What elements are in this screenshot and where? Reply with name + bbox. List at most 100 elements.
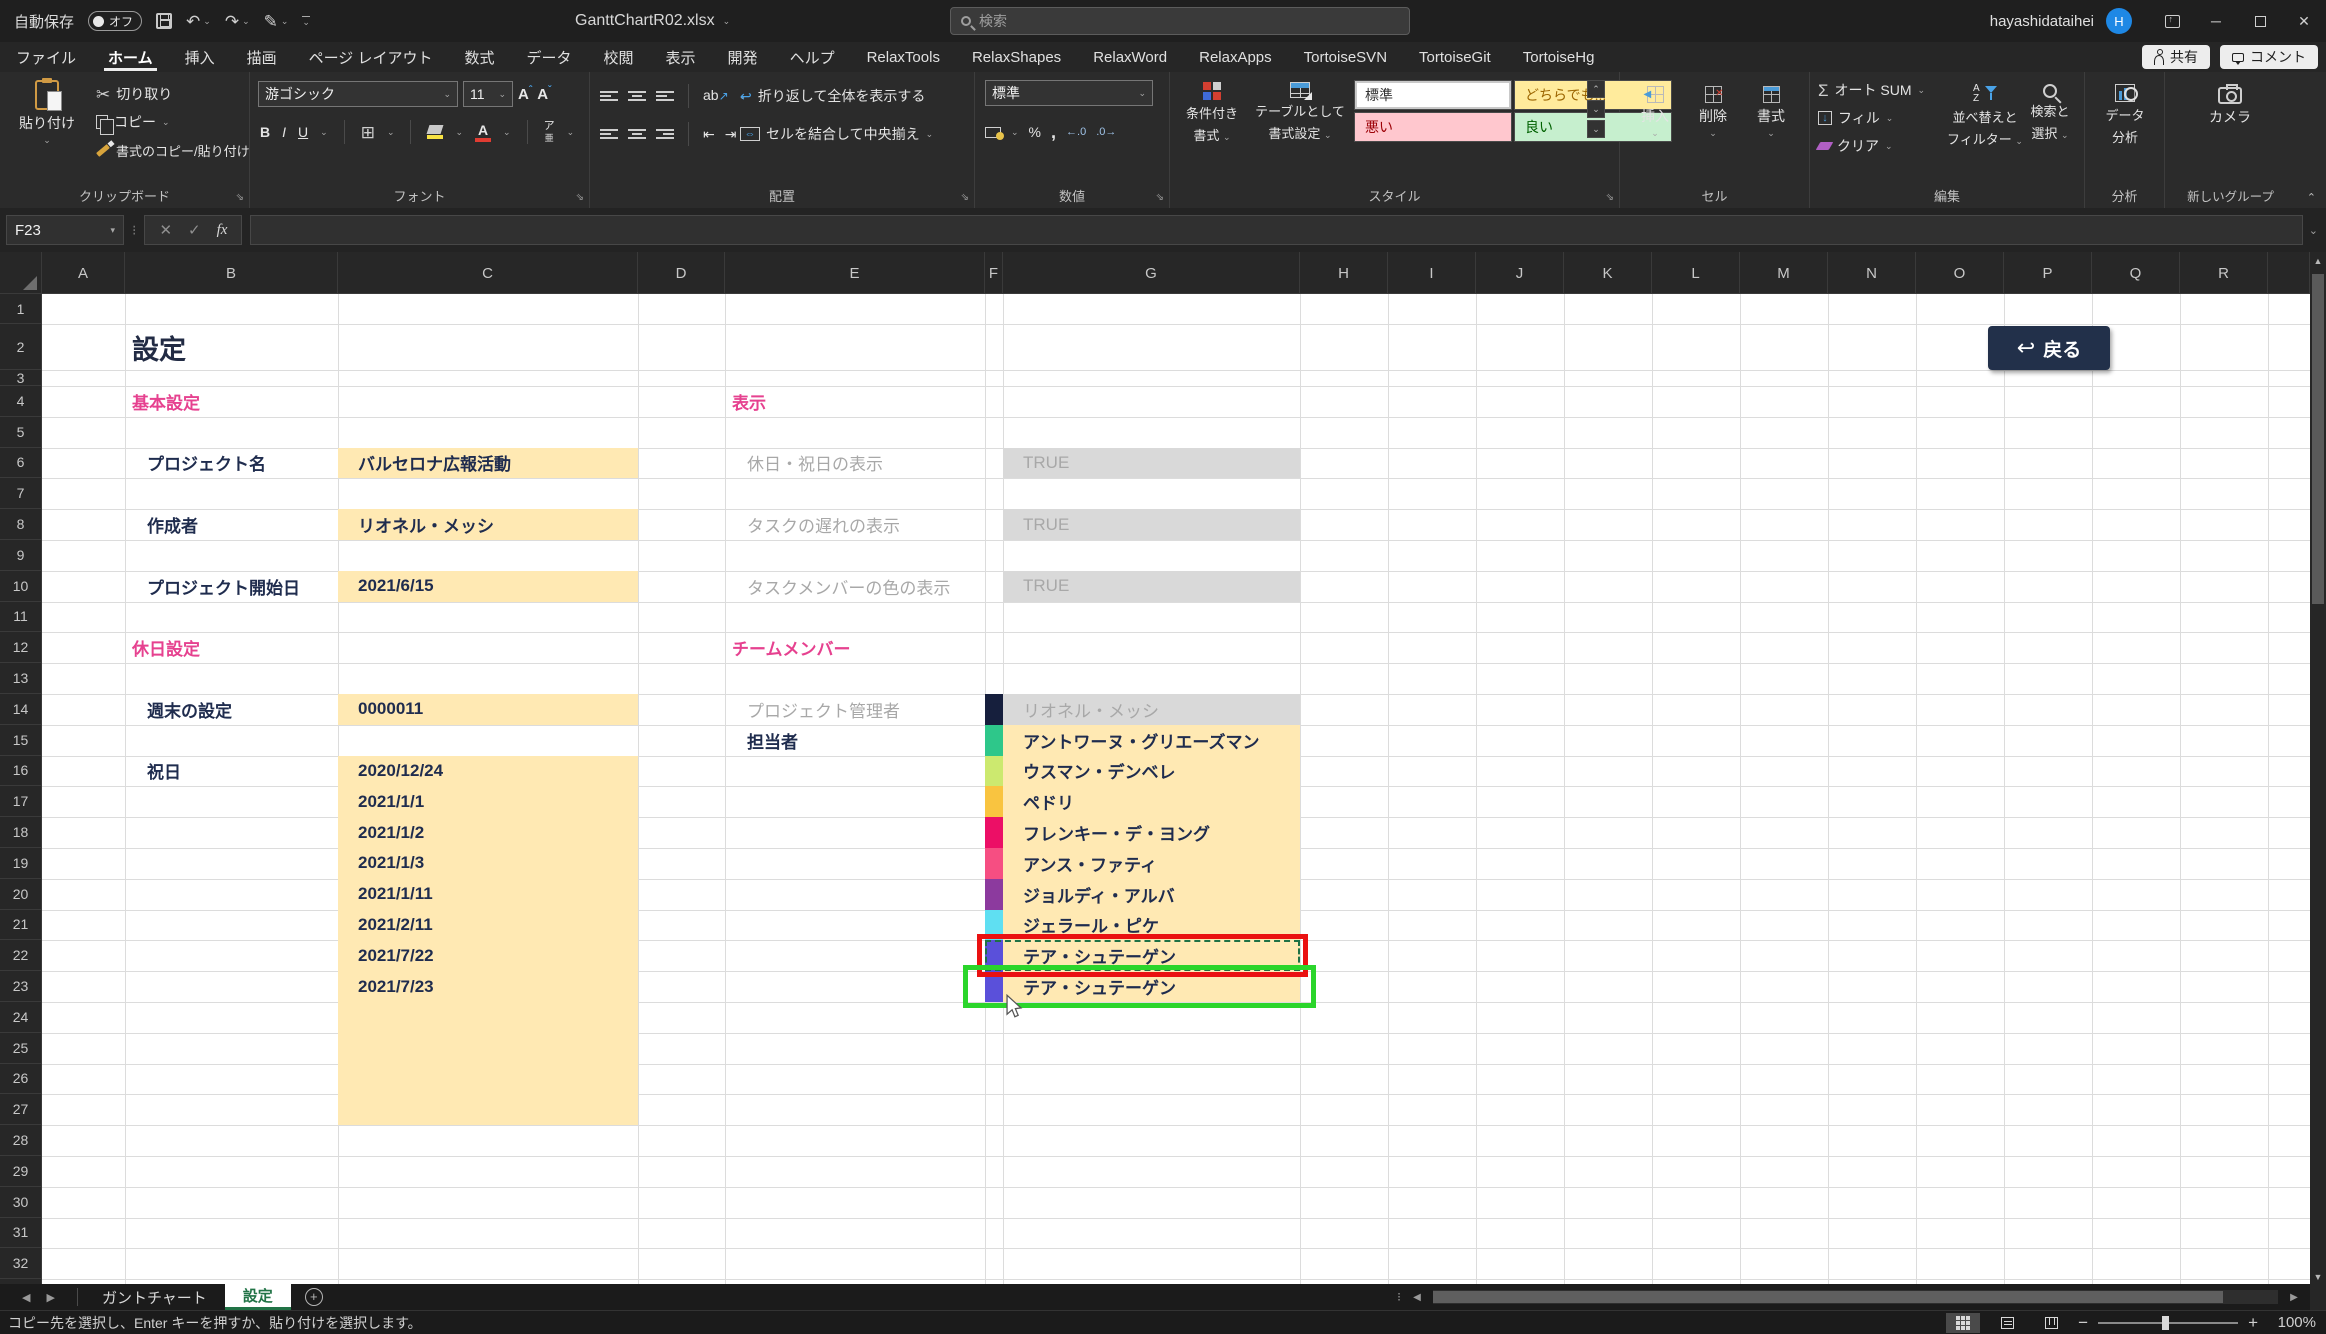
row-header-7[interactable]: 7 <box>0 478 42 509</box>
cell-B2[interactable]: 設定 <box>125 324 338 370</box>
cell-C21[interactable]: 2021/2/11 <box>338 910 638 941</box>
column-header-J[interactable]: J <box>1476 252 1564 294</box>
minimize-button[interactable]: ─ <box>2194 0 2238 42</box>
row-header-22[interactable]: 22 <box>0 940 42 971</box>
scroll-down-icon[interactable]: ▼ <box>2310 1272 2326 1282</box>
page-break-view-button[interactable] <box>2034 1313 2068 1333</box>
merge-center-button[interactable]: ⇔ セルを結合して中央揃え⌄ <box>740 120 933 148</box>
cell-C23[interactable]: 2021/7/23 <box>338 971 638 1002</box>
align-middle-button[interactable] <box>628 91 646 101</box>
tab-formulas[interactable]: 数式 <box>448 42 510 72</box>
tab-tortoisehg[interactable]: TortoiseHg <box>1507 42 1611 72</box>
cell-C8[interactable]: リオネル・メッシ <box>338 509 638 540</box>
clear-button[interactable]: クリア⌄ <box>1818 132 1925 160</box>
format-as-table-button[interactable]: テーブルとして 書式設定 ⌄ <box>1252 74 1348 142</box>
cell-F17-member-color-swatch[interactable] <box>985 786 1003 817</box>
expand-formula-bar-icon[interactable]: ⌄ <box>2309 224 2318 237</box>
dialog-launcher-icon[interactable]: ⇘ <box>1606 192 1614 203</box>
cell-E8[interactable]: タスクの遅れの表示 <box>725 509 985 540</box>
row-header-21[interactable]: 21 <box>0 910 42 941</box>
user-name[interactable]: hayashidataihei <box>1990 13 2094 30</box>
horizontal-scrollbar[interactable] <box>1433 1290 2278 1304</box>
tab-view[interactable]: 表示 <box>650 42 712 72</box>
font-size-select[interactable]: 11⌄ <box>463 81 513 107</box>
row-header-11[interactable]: 11 <box>0 602 42 633</box>
autosum-button[interactable]: Σオート SUM⌄ <box>1818 76 1925 104</box>
tab-insert[interactable]: 挿入 <box>169 42 231 72</box>
borders-button[interactable]: ⊞ <box>361 124 375 141</box>
column-header-M[interactable]: M <box>1740 252 1828 294</box>
save-icon[interactable] <box>156 13 172 29</box>
gallery-up-icon[interactable]: ⌃ <box>1587 80 1605 98</box>
increase-font-button[interactable]: Aˆ <box>518 85 532 103</box>
tab-data[interactable]: データ <box>511 42 588 72</box>
row-header-16[interactable]: 16 <box>0 756 42 787</box>
column-header-Q[interactable]: Q <box>2092 252 2180 294</box>
cell-B12[interactable]: 休日設定 <box>125 632 338 663</box>
cell-F20-member-color-swatch[interactable] <box>985 879 1003 910</box>
cancel-icon[interactable]: ✕ <box>159 221 172 239</box>
cell-F18-member-color-swatch[interactable] <box>985 817 1003 848</box>
cell-F19-member-color-swatch[interactable] <box>985 848 1003 879</box>
row-header-32[interactable]: 32 <box>0 1248 42 1279</box>
increase-indent-button[interactable]: ⇥ <box>725 126 737 143</box>
sheet-prev-icon[interactable]: ◀ <box>22 1291 30 1304</box>
cell-E4[interactable]: 表示 <box>725 386 985 417</box>
vertical-scrollbar[interactable]: ▲ ▼ <box>2310 252 2326 1284</box>
zoom-out-button[interactable]: − <box>2078 1313 2088 1333</box>
cell-B10[interactable]: プロジェクト開始日 <box>125 571 338 602</box>
tab-help[interactable]: ヘルプ <box>774 42 851 72</box>
align-left-button[interactable] <box>600 129 618 139</box>
dialog-launcher-icon[interactable]: ⇘ <box>961 192 969 203</box>
cell-style-normal[interactable]: 標準 <box>1354 80 1512 110</box>
cell-C18[interactable]: 2021/1/2 <box>338 817 638 848</box>
formula-input[interactable] <box>250 215 2302 245</box>
cell-B8[interactable]: 作成者 <box>125 509 338 540</box>
tab-developer[interactable]: 開発 <box>712 42 774 72</box>
dialog-launcher-icon[interactable]: ⇘ <box>236 192 244 203</box>
cell-B16[interactable]: 祝日 <box>125 756 338 787</box>
find-select-button[interactable]: 検索と 選択 ⌄ <box>2022 76 2078 142</box>
accounting-format-icon[interactable] <box>985 127 1001 138</box>
normal-view-button[interactable] <box>1946 1313 1980 1333</box>
row-header-23[interactable]: 23 <box>0 971 42 1002</box>
cell-C26[interactable] <box>338 1064 638 1095</box>
close-button[interactable]: ✕ <box>2282 0 2326 42</box>
cell-C27[interactable] <box>338 1094 638 1125</box>
align-bottom-button[interactable] <box>656 91 674 101</box>
row-header-13[interactable]: 13 <box>0 663 42 694</box>
cell-C14[interactable]: 0000011 <box>338 694 638 725</box>
tab-splitter-handle[interactable]: ⁝ <box>1397 1290 1401 1304</box>
sheet-tab-ganttchart[interactable]: ガントチャート <box>84 1284 225 1310</box>
back-button[interactable]: ↩ 戻る <box>1988 326 2110 370</box>
cell-C22[interactable]: 2021/7/22 <box>338 940 638 971</box>
row-header-9[interactable]: 9 <box>0 540 42 571</box>
select-all-corner[interactable] <box>0 252 42 294</box>
column-header-K[interactable]: K <box>1564 252 1652 294</box>
row-header-15[interactable]: 15 <box>0 725 42 756</box>
tab-draw[interactable]: 描画 <box>231 42 293 72</box>
gallery-more-icon[interactable]: ⌄ <box>1587 120 1605 138</box>
increase-decimal-button[interactable]: ←.0 <box>1066 126 1086 138</box>
cell-C16[interactable]: 2020/12/24 <box>338 756 638 787</box>
row-header-14[interactable]: 14 <box>0 694 42 725</box>
document-title[interactable]: GanttChartR02.xlsx ⌄ <box>575 0 730 42</box>
cell-G20[interactable]: ジョルディ・アルバ <box>1003 879 1300 910</box>
tab-tortoisesvn[interactable]: TortoiseSVN <box>1288 42 1403 72</box>
cell-B6[interactable]: プロジェクト名 <box>125 448 338 479</box>
row-header-30[interactable]: 30 <box>0 1187 42 1218</box>
cell-G10[interactable]: TRUE <box>1003 571 1300 602</box>
decrease-decimal-button[interactable]: .0→ <box>1096 126 1116 138</box>
cell-F15-member-color-swatch[interactable] <box>985 725 1003 756</box>
insert-function-icon[interactable]: fx <box>217 222 228 239</box>
align-right-button[interactable] <box>656 129 674 139</box>
column-header-D[interactable]: D <box>638 252 725 294</box>
column-header-partial[interactable] <box>2268 252 2310 294</box>
delete-cells-button[interactable]: ✕ 削除⌄ <box>1686 78 1740 138</box>
cell-G14[interactable]: リオネル・メッシ <box>1003 694 1300 725</box>
column-header-C[interactable]: C <box>338 252 638 294</box>
avatar[interactable]: H <box>2106 8 2132 34</box>
copy-button[interactable]: コピー⌄ <box>96 108 250 136</box>
tab-relaxshapes[interactable]: RelaxShapes <box>956 42 1077 72</box>
scroll-left-icon[interactable]: ◀ <box>1409 1292 1425 1303</box>
